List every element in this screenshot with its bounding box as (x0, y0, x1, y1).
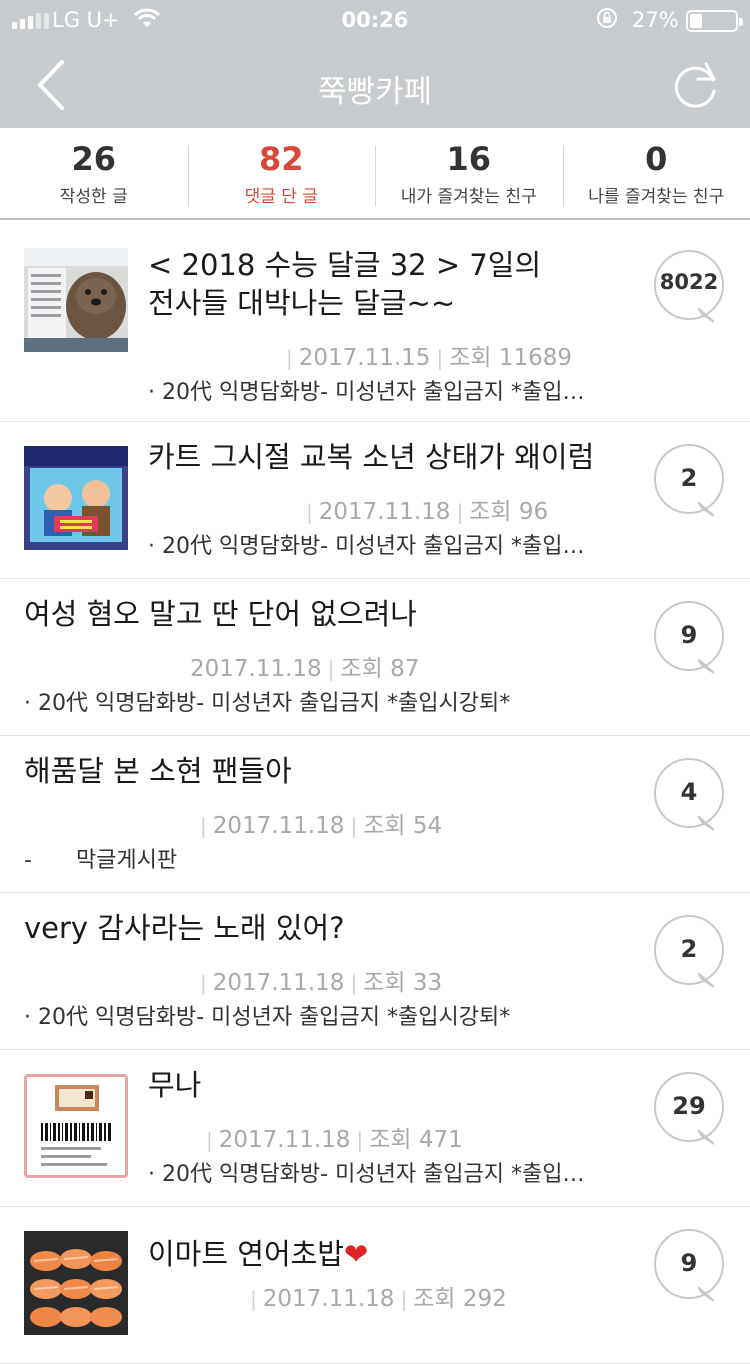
post-date: 2017.11.18 (263, 1286, 395, 1312)
comment-count-bubble[interactable]: 2 (654, 444, 724, 514)
comment-count: 4 (654, 778, 724, 806)
comment-count: 8022 (654, 270, 724, 294)
post-date: 2017.11.18 (219, 1127, 351, 1153)
post-title: 여성 혐오 말고 딴 단어 없으려나 (24, 595, 634, 633)
post-title: 카트 그시절 교복 소년 상태가 왜이럼 (148, 438, 638, 476)
post-date: 2017.11.18 (190, 656, 322, 682)
stat-label: 내가 즐겨찾는 친구 (375, 182, 563, 207)
post-views: 292 (463, 1286, 507, 1312)
nav-bar: 쭉빵카페 (0, 40, 750, 128)
stat-friends-favoriting-me[interactable]: 0 나를 즐겨찾는 친구 (563, 128, 750, 218)
post-item[interactable]: very 감사라는 노래 있어? |2017.11.18|조회 33 · 20代… (0, 893, 750, 1050)
comment-count: 2 (654, 464, 724, 492)
views-label: 조회 (363, 813, 405, 839)
post-meta: |2017.11.18|조회 471 (160, 1120, 463, 1154)
post-meta: |2017.11.18|조회 96 (150, 492, 548, 526)
post-views: 54 (413, 813, 442, 839)
post-thumbnail (24, 1074, 128, 1178)
post-title: very 감사라는 노래 있어? (24, 909, 634, 947)
post-meta: |2017.11.18|조회 292 (160, 1279, 507, 1313)
post-board: · 20代 익명담화방- 미성년자 출입금지 *출입… (148, 528, 638, 560)
post-item[interactable]: 여성 혐오 말고 딴 단어 없으려나 2017.11.18|조회 87 · 20… (0, 579, 750, 736)
stat-commented-posts[interactable]: 82 댓글 단 글 (188, 128, 376, 218)
comment-count: 9 (654, 1249, 724, 1277)
comment-count-bubble[interactable]: 4 (654, 758, 724, 828)
comment-count-bubble[interactable]: 2 (654, 915, 724, 985)
post-meta: |2017.11.15|조회 11689 (240, 338, 572, 372)
status-bar: LG U+ 00:26 27% (0, 0, 750, 40)
stat-count: 16 (375, 140, 563, 178)
comment-count-bubble[interactable]: 9 (654, 601, 724, 671)
post-views: 96 (519, 499, 548, 525)
refresh-icon[interactable] (668, 58, 722, 112)
post-date: 2017.11.18 (213, 970, 345, 996)
post-views: 11689 (499, 345, 572, 371)
speech-bubble-tail-icon (698, 659, 714, 675)
post-board: · 20代 익명담화방- 미성년자 출입금지 *출입… (148, 1156, 638, 1188)
post-views: 87 (390, 656, 419, 682)
post-date: 2017.11.15 (299, 345, 431, 371)
post-date: 2017.11.18 (319, 499, 451, 525)
post-meta: 2017.11.18|조회 87 (24, 649, 419, 683)
comment-count-bubble[interactable]: 9 (654, 1229, 724, 1299)
post-item[interactable]: 무나 |2017.11.18|조회 471 · 20代 익명담화방- 미성년자 … (0, 1050, 750, 1207)
speech-bubble-tail-icon (698, 816, 714, 832)
post-board: - 막글게시판 (24, 842, 634, 874)
post-board: · 20代 익명담화방- 미성년자 출입금지 *출입시강퇴* (24, 685, 634, 717)
post-title: 해품달 본 소현 팬들아 (24, 752, 634, 790)
stat-label: 나를 즐겨찾는 친구 (563, 182, 750, 207)
post-views: 33 (413, 970, 442, 996)
profile-stats: 26 작성한 글 82 댓글 단 글 16 내가 즐겨찾는 친구 0 나를 즐겨… (0, 128, 750, 220)
stat-label: 댓글 단 글 (188, 182, 376, 207)
post-title: 무나 (148, 1066, 638, 1104)
speech-bubble-tail-icon (698, 973, 714, 989)
views-label: 조회 (449, 345, 491, 371)
post-list: < 2018 수능 달글 32 > 7일의 전사들 대박나는 달글~~ |201… (0, 226, 750, 1364)
post-item[interactable]: < 2018 수능 달글 32 > 7일의 전사들 대박나는 달글~~ |201… (0, 226, 750, 422)
post-item[interactable]: 해품달 본 소현 팬들아 |2017.11.18|조회 54 - 막글게시판 4 (0, 736, 750, 893)
comment-count: 9 (654, 621, 724, 649)
post-thumbnail (24, 446, 128, 550)
post-meta: |2017.11.18|조회 33 (24, 963, 442, 997)
stat-count: 26 (0, 140, 188, 178)
stat-my-favorite-friends[interactable]: 16 내가 즐겨찾는 친구 (375, 128, 563, 218)
rotation-lock-icon (596, 7, 618, 29)
comment-count-bubble[interactable]: 29 (654, 1072, 724, 1142)
post-item[interactable]: 이마트 연어초밥❤ |2017.11.18|조회 292 9 (0, 1207, 750, 1364)
heart-emoji-icon: ❤ (344, 1237, 368, 1271)
post-thumbnail (24, 248, 128, 352)
speech-bubble-tail-icon (698, 502, 714, 518)
stat-written-posts[interactable]: 26 작성한 글 (0, 128, 188, 218)
post-title: 이마트 연어초밥❤ (148, 1235, 638, 1273)
post-meta: |2017.11.18|조회 54 (24, 806, 442, 840)
post-date: 2017.11.18 (213, 813, 345, 839)
views-label: 조회 (369, 1127, 411, 1153)
comment-count: 2 (654, 935, 724, 963)
stat-label: 작성한 글 (0, 182, 188, 207)
stat-count: 0 (563, 140, 750, 178)
post-thumbnail (24, 1231, 128, 1335)
post-title: < 2018 수능 달글 32 > 7일의 전사들 대박나는 달글~~ (148, 246, 628, 322)
speech-bubble-tail-icon (698, 1130, 714, 1146)
battery-icon (686, 10, 738, 32)
post-board: · 20代 익명담화방- 미성년자 출입금지 *출입… (148, 374, 638, 406)
views-label: 조회 (469, 499, 511, 525)
views-label: 조회 (363, 970, 405, 996)
post-views: 471 (419, 1127, 463, 1153)
views-label: 조회 (413, 1286, 455, 1312)
speech-bubble-tail-icon (698, 1287, 714, 1303)
stat-count: 82 (188, 140, 376, 178)
post-item[interactable]: 카트 그시절 교복 소년 상태가 왜이럼 |2017.11.18|조회 96 ·… (0, 422, 750, 579)
views-label: 조회 (340, 656, 382, 682)
page-title: 쭉빵카페 (0, 66, 750, 111)
battery-percent: 27% (632, 8, 679, 32)
speech-bubble-tail-icon (698, 308, 714, 324)
top-bar: LG U+ 00:26 27% 쭉빵카페 (0, 0, 750, 128)
post-board: · 20代 익명담화방- 미성년자 출입금지 *출입시강퇴* (24, 999, 634, 1031)
comment-count: 29 (654, 1092, 724, 1120)
comment-count-bubble[interactable]: 8022 (654, 250, 724, 320)
